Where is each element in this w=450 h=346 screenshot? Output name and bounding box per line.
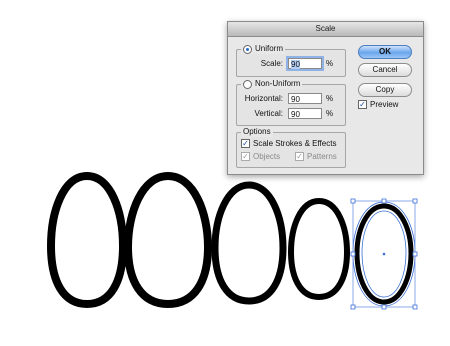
ok-button[interactable]: OK bbox=[358, 45, 412, 59]
scale-strokes-checkbox[interactable]: ✓ Scale Strokes & Effects bbox=[241, 139, 336, 148]
horizontal-input[interactable]: 90 bbox=[288, 93, 322, 104]
vertical-input[interactable]: 90 bbox=[288, 108, 322, 119]
resize-handle-w bbox=[350, 251, 356, 257]
scale-strokes-label: Scale Strokes & Effects bbox=[253, 139, 337, 148]
options-group: Options ✓ Scale Strokes & Effects ✓ Obje… bbox=[236, 127, 346, 168]
resize-handle-s bbox=[381, 304, 387, 310]
horizontal-label: Horizontal: bbox=[244, 94, 283, 103]
resize-handle-ne bbox=[412, 198, 418, 204]
preview-label: Preview bbox=[370, 100, 399, 109]
uniform-radio[interactable]: Uniform bbox=[241, 44, 286, 54]
resize-handle-e bbox=[412, 251, 418, 257]
uniform-group: Uniform Scale: 90 % bbox=[236, 44, 346, 77]
egg-shape-1[interactable] bbox=[46, 171, 128, 309]
horizontal-unit: % bbox=[326, 94, 334, 103]
non-uniform-group: Non-Uniform Horizontal: 90 % Vertical: 9… bbox=[236, 79, 346, 126]
center-point bbox=[382, 252, 386, 256]
vertical-unit: % bbox=[326, 109, 334, 118]
egg-shape-2[interactable] bbox=[123, 171, 213, 309]
objects-checkbox[interactable]: ✓ Objects bbox=[241, 152, 280, 161]
vertical-label: Vertical: bbox=[254, 109, 283, 118]
preview-check-icon[interactable]: ✓ bbox=[358, 100, 367, 109]
non-uniform-radio[interactable]: Non-Uniform bbox=[241, 79, 303, 89]
objects-check-icon[interactable]: ✓ bbox=[241, 152, 250, 161]
dialog-title: Scale bbox=[228, 22, 423, 37]
scale-unit: % bbox=[326, 59, 334, 68]
copy-button[interactable]: Copy bbox=[358, 83, 412, 97]
resize-handle-n bbox=[381, 198, 387, 204]
resize-handle-nw bbox=[350, 198, 356, 204]
options-label: Options bbox=[243, 127, 271, 136]
uniform-radio-button[interactable] bbox=[243, 44, 252, 54]
egg-shape-4[interactable] bbox=[287, 197, 351, 301]
patterns-check-icon[interactable]: ✓ bbox=[295, 152, 304, 161]
resize-handle-sw bbox=[350, 304, 356, 310]
scale-dialog: Scale Uniform Scale: 90 % Non-Uniform Ho… bbox=[227, 21, 424, 175]
patterns-checkbox[interactable]: ✓ Patterns bbox=[295, 152, 337, 161]
patterns-label: Patterns bbox=[307, 152, 337, 161]
uniform-label: Uniform bbox=[255, 44, 284, 53]
preview-checkbox[interactable]: ✓ Preview bbox=[358, 100, 398, 109]
non-uniform-label: Non-Uniform bbox=[255, 79, 301, 88]
scale-input[interactable]: 90 bbox=[288, 58, 322, 69]
non-uniform-radio-button[interactable] bbox=[243, 79, 252, 89]
resize-handle-se bbox=[412, 304, 418, 310]
options-legend: Options bbox=[241, 127, 273, 137]
objects-label: Objects bbox=[253, 152, 281, 161]
scale-strokes-check-icon[interactable]: ✓ bbox=[241, 139, 250, 148]
cancel-button[interactable]: Cancel bbox=[358, 63, 412, 77]
egg-shape-3[interactable] bbox=[211, 181, 287, 305]
scale-label: Scale: bbox=[260, 59, 283, 68]
